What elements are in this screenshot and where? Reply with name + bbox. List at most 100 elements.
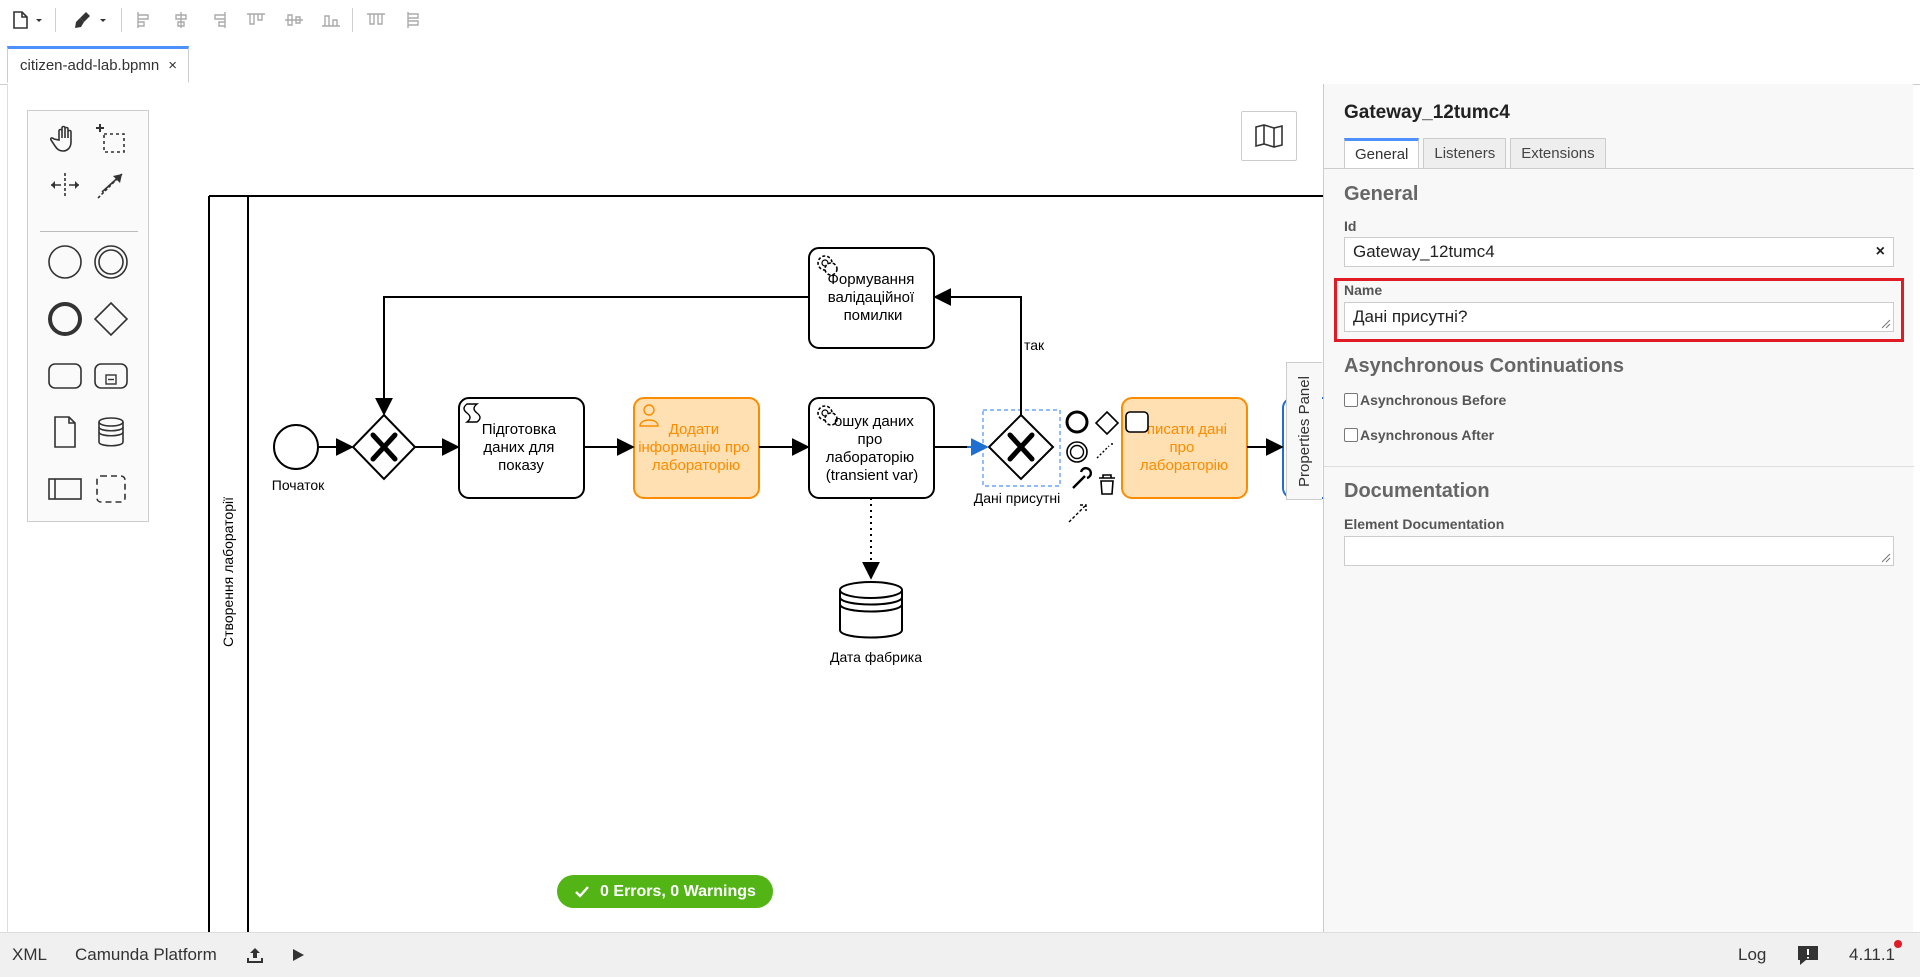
global-connect-tool[interactable] — [88, 163, 134, 207]
space-tool[interactable] — [42, 163, 88, 207]
bpmn-diagram[interactable]: Створення лабораторії Початок Підготовка… — [8, 84, 1324, 932]
create-pool[interactable] — [42, 467, 88, 511]
create-start-event[interactable] — [42, 240, 88, 284]
gateway-data-present[interactable]: Дані присутні — [974, 409, 1061, 506]
align-middle-button[interactable] — [283, 9, 305, 31]
create-task[interactable] — [42, 354, 88, 398]
feedback-button[interactable] — [1796, 933, 1820, 977]
toolbar-separator — [121, 8, 122, 32]
linting-status[interactable]: 0 Errors, 0 Warnings — [557, 875, 773, 908]
create-data-object[interactable] — [42, 410, 88, 454]
id-input[interactable]: Gateway_12tumc4 × — [1344, 237, 1894, 267]
trash-icon[interactable] — [1099, 474, 1115, 495]
version-button[interactable]: 4.11.1 — [1849, 933, 1903, 977]
map-icon — [1255, 124, 1283, 148]
task-prepare-data[interactable]: Підготовка даних для показу — [458, 397, 585, 499]
create-end-event[interactable] — [42, 297, 88, 341]
append-task-icon[interactable] — [1125, 411, 1149, 433]
tab-bar: citizen-add-lab.bpmn × — [0, 46, 1920, 85]
async-after-row[interactable]: Asynchronous After — [1344, 427, 1494, 443]
merge-gateway[interactable] — [351, 413, 417, 481]
align-top-icon — [247, 13, 265, 25]
async-before-checkbox[interactable] — [1344, 393, 1358, 407]
text-annotation-icon[interactable] — [1096, 443, 1113, 459]
xml-label: XML — [12, 945, 47, 964]
name-input[interactable]: Дані присутні? — [1344, 302, 1894, 332]
version-text: 4.11.1 — [1849, 945, 1896, 964]
wrench-icon[interactable] — [1072, 466, 1093, 489]
align-right-button[interactable] — [208, 9, 230, 31]
align-left-button[interactable] — [133, 9, 155, 31]
pool[interactable]: Створення лабораторії — [208, 195, 1324, 932]
file-menu-button[interactable] — [12, 9, 46, 31]
append-gateway-icon[interactable] — [1094, 410, 1120, 436]
distribute-vertical-button[interactable] — [403, 9, 425, 31]
xml-button[interactable]: XML — [12, 933, 47, 977]
log-button[interactable]: Log — [1738, 933, 1766, 977]
create-intermediate-event[interactable] — [88, 240, 134, 284]
resize-handle-icon[interactable] — [1881, 319, 1891, 329]
task-write-line3: лабораторію — [1140, 457, 1228, 474]
align-middle-icon — [285, 14, 303, 26]
start-event[interactable]: Початок — [272, 424, 325, 493]
gateway-icon — [93, 301, 129, 337]
create-gateway[interactable] — [88, 297, 134, 341]
async-after-checkbox[interactable] — [1344, 428, 1358, 442]
task-prepare-line2: даних для — [483, 439, 554, 456]
task-validation-line1: Формування — [827, 271, 914, 288]
create-subprocess[interactable] — [88, 354, 134, 398]
group-icon — [96, 475, 126, 503]
tab-close-icon[interactable]: × — [168, 57, 177, 74]
tab-general[interactable]: General — [1344, 138, 1420, 168]
distribute-horizontal-button[interactable] — [365, 9, 387, 31]
task-validation-line2: валідаційної — [828, 289, 915, 306]
async-before-row[interactable]: Asynchronous Before — [1344, 392, 1506, 408]
pool-icon — [48, 478, 82, 500]
async-after-label: Asynchronous After — [1360, 427, 1495, 443]
resize-handle-icon[interactable] — [1881, 553, 1891, 563]
tab-citizen-add-lab[interactable]: citizen-add-lab.bpmn × — [7, 46, 189, 83]
platform-label: Camunda Platform — [75, 945, 217, 964]
append-end-event-icon[interactable] — [1065, 410, 1089, 434]
align-center-button[interactable] — [170, 9, 192, 31]
platform-button[interactable]: Camunda Platform — [75, 933, 217, 977]
svg-text:ошук даних про: ошук даних про лабораторію (transient va… — [826, 413, 919, 484]
toolbar-separator — [352, 8, 353, 32]
create-group[interactable] — [88, 467, 134, 511]
task-prepare-line1: Підготовка — [482, 421, 557, 438]
lasso-tool[interactable] — [88, 117, 134, 161]
group-divider — [1324, 466, 1914, 467]
color-menu-button[interactable] — [72, 9, 110, 31]
connect-icon[interactable] — [1068, 504, 1087, 523]
task-search-line1: ошук даних — [834, 413, 914, 430]
align-center-icon — [175, 12, 187, 28]
align-right-icon — [214, 12, 226, 28]
linting-status-text: 0 Errors, 0 Warnings — [600, 882, 756, 900]
gateway-label: Дані присутні — [974, 490, 1060, 506]
clear-id-icon[interactable]: × — [1876, 243, 1885, 261]
deploy-button[interactable] — [246, 933, 264, 977]
tab-listeners[interactable]: Listeners — [1423, 138, 1507, 168]
align-bottom-icon — [322, 15, 340, 27]
hand-tool[interactable] — [42, 117, 88, 161]
create-data-store[interactable] — [88, 410, 134, 454]
task-search-line2: про — [858, 431, 883, 448]
task-prepare-line3: показу — [498, 457, 544, 474]
align-bottom-button[interactable] — [320, 9, 342, 31]
datastore-data-factory[interactable]: Дата фабрика — [830, 581, 922, 665]
tab-extensions[interactable]: Extensions — [1510, 138, 1606, 168]
version-label: 4.11.1 — [1849, 940, 1903, 965]
task-validation-error[interactable]: Формування валідаційної помилки — [808, 247, 935, 349]
properties-panel-toggle[interactable]: Properties Panel — [1286, 362, 1322, 500]
file-icon — [13, 11, 42, 29]
task-add-lab-info[interactable]: Додати інформацію про лабораторію — [633, 397, 760, 499]
paint-icon — [75, 12, 106, 28]
task-search-lab-data[interactable]: ошук даних про лабораторію (transient va… — [808, 397, 935, 499]
diagram-canvas[interactable]: Створення лабораторії Початок Підготовка… — [7, 84, 1324, 932]
id-value: Gateway_12tumc4 — [1353, 242, 1495, 261]
start-instance-button[interactable] — [290, 933, 306, 977]
minimap-toggle-button[interactable] — [1241, 111, 1297, 161]
task-icon — [48, 363, 82, 389]
documentation-input[interactable] — [1344, 536, 1894, 566]
align-top-button[interactable] — [245, 9, 267, 31]
